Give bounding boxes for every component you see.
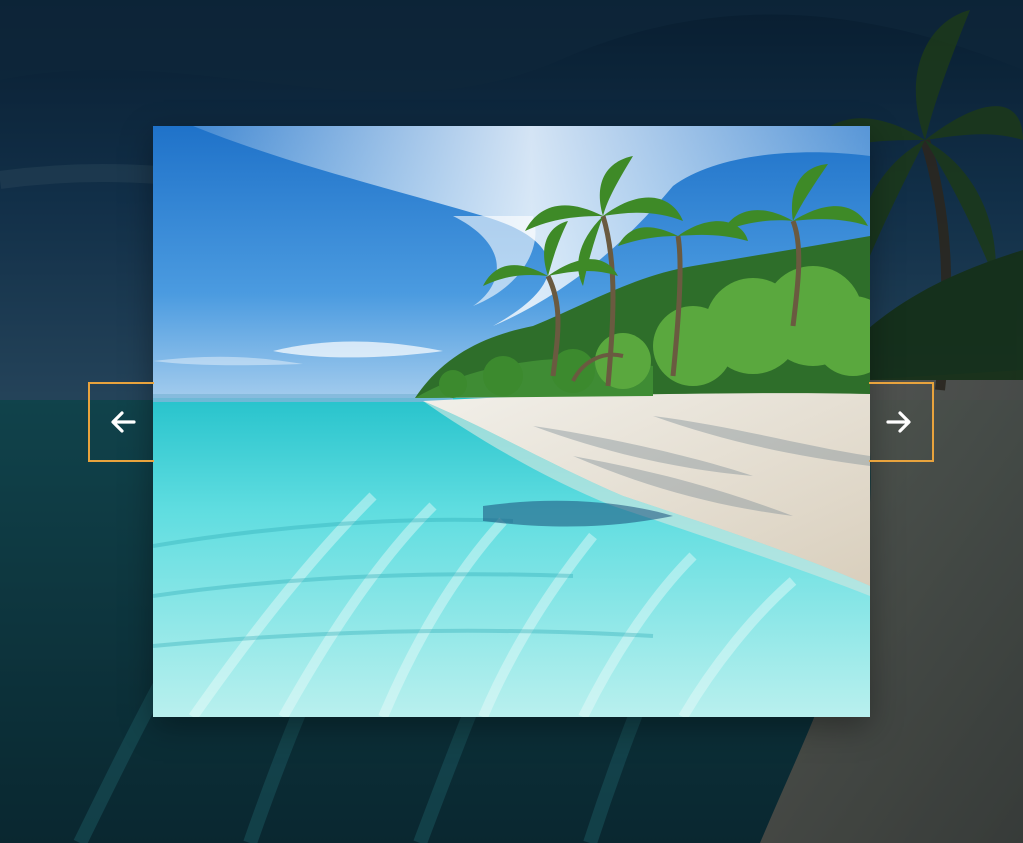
arrow-right-icon xyxy=(886,411,911,433)
previous-image-button[interactable] xyxy=(88,382,154,462)
arrow-left-icon xyxy=(111,411,136,433)
lightbox-stage xyxy=(0,0,1023,843)
lightbox-image xyxy=(153,126,870,717)
next-image-button[interactable] xyxy=(869,382,934,462)
